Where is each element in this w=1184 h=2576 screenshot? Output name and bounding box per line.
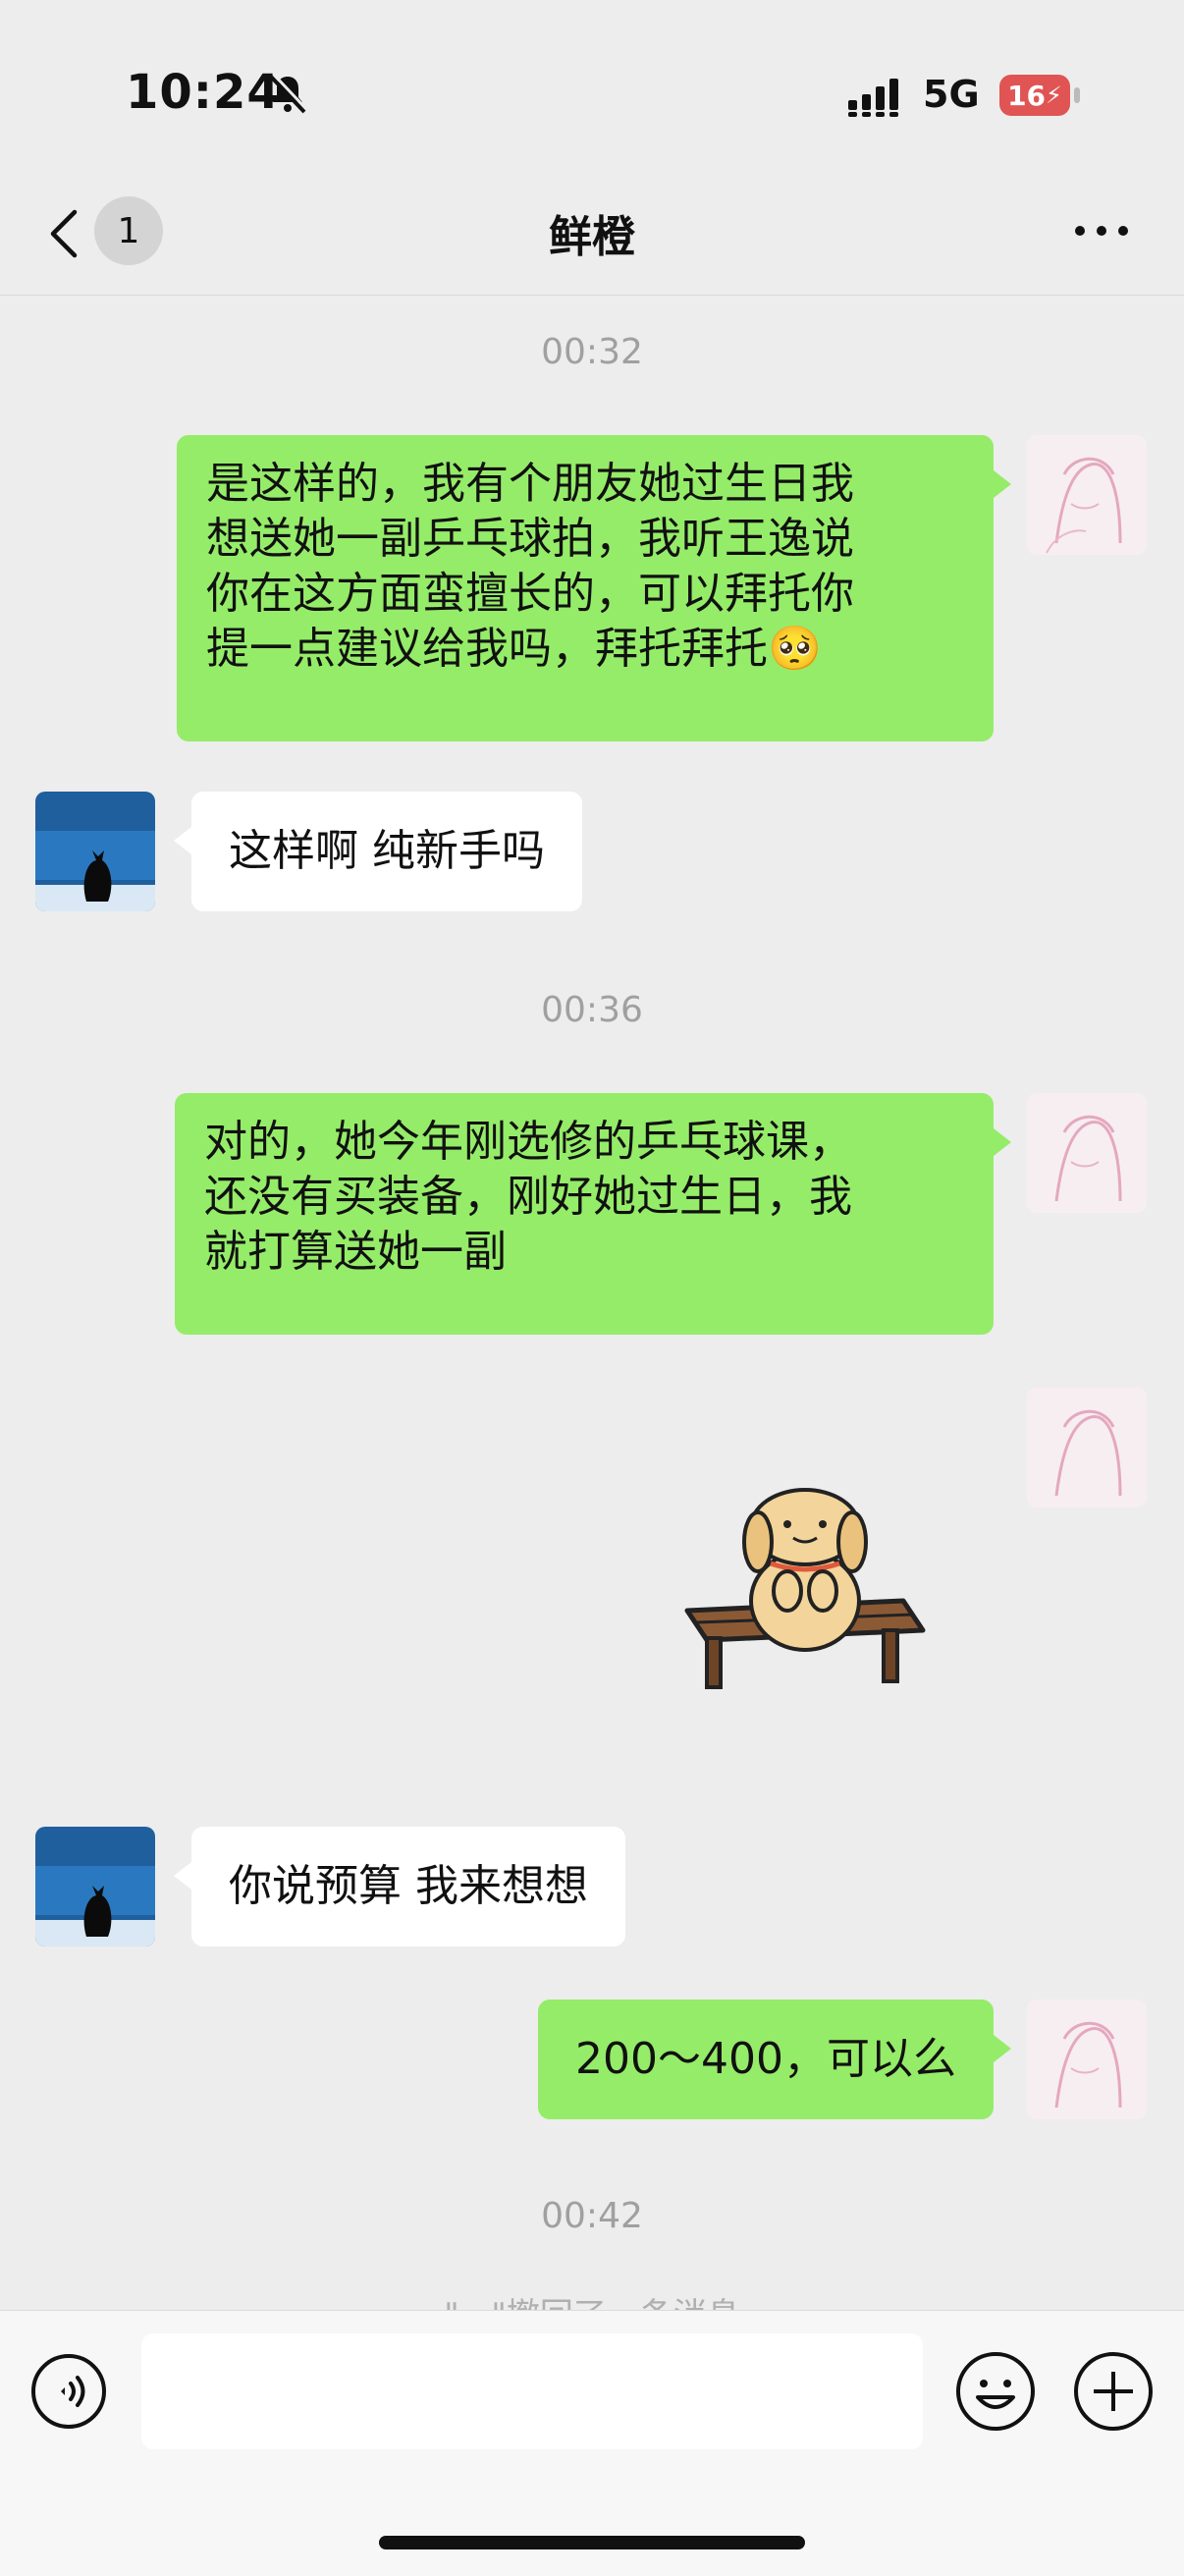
home-indicator xyxy=(379,2536,805,2549)
charging-icon: ⚡ xyxy=(1046,82,1062,109)
network-label: 5G xyxy=(923,73,980,116)
status-time: 10:24 xyxy=(126,65,281,120)
signal-icon xyxy=(848,79,898,117)
message-text: 这样啊 纯新手吗 xyxy=(229,826,545,876)
message-input[interactable] xyxy=(141,2333,923,2449)
received-message-bubble[interactable]: 你说预算 我来想想 xyxy=(174,1827,625,1946)
my-avatar[interactable] xyxy=(1027,435,1147,555)
message-line: 提一点建议给我吗，拜托拜托🥺 xyxy=(206,624,822,674)
message-line: 还没有买装备，刚好她过生日，我 xyxy=(204,1172,852,1222)
battery-indicator: 16 ⚡ xyxy=(999,75,1070,116)
message-line: 想送她一副乒乓球拍，我听王逸说 xyxy=(206,514,854,564)
dog-on-bench-sticker[interactable] xyxy=(677,1483,933,1719)
my-avatar[interactable] xyxy=(1027,2000,1147,2119)
status-bar: 10:24 5G 16 ⚡ xyxy=(0,0,1184,187)
battery-level: 16 xyxy=(1007,79,1047,112)
message-line: 就打算送她一副 xyxy=(204,1227,507,1277)
message-text: 你说预算 我来想想 xyxy=(229,1861,588,1911)
plus-icon[interactable] xyxy=(1072,2350,1155,2433)
message-timestamp: 00:36 xyxy=(541,990,643,1030)
more-dots-icon[interactable] xyxy=(1072,221,1131,241)
received-message-bubble[interactable]: 这样啊 纯新手吗 xyxy=(174,792,582,911)
contact-avatar[interactable] xyxy=(35,792,155,911)
message-line: 对的，她今年刚选修的乒乓球课， xyxy=(204,1117,852,1167)
bell-muted-icon xyxy=(269,73,309,114)
voice-icon[interactable] xyxy=(29,2352,108,2431)
sent-message-bubble[interactable]: 是这样的，我有个朋友她过生日我 想送她一副乒乓球拍，我听王逸说 你在这方面蛮擅长… xyxy=(177,435,1011,741)
message-timestamp: 00:42 xyxy=(541,2196,643,2236)
chat-title: 鲜橙 xyxy=(549,212,635,262)
battery-cap xyxy=(1074,87,1080,103)
emoji-icon[interactable] xyxy=(954,2350,1037,2433)
sent-message-bubble[interactable]: 200～400，可以么 xyxy=(538,2000,1011,2119)
my-avatar[interactable] xyxy=(1027,1093,1147,1213)
message-line: 是这样的，我有个朋友她过生日我 xyxy=(206,459,854,509)
my-avatar[interactable] xyxy=(1027,1388,1147,1507)
contact-avatar[interactable] xyxy=(35,1827,155,1946)
message-text: 200～400，可以么 xyxy=(575,2034,956,2084)
message-line: 你在这方面蛮擅长的，可以拜托你 xyxy=(206,569,854,619)
message-timestamp: 00:32 xyxy=(541,332,643,372)
sent-message-bubble[interactable]: 对的，她今年刚选修的乒乓球课， 还没有买装备，刚好她过生日，我 就打算送她一副 xyxy=(175,1093,1011,1335)
